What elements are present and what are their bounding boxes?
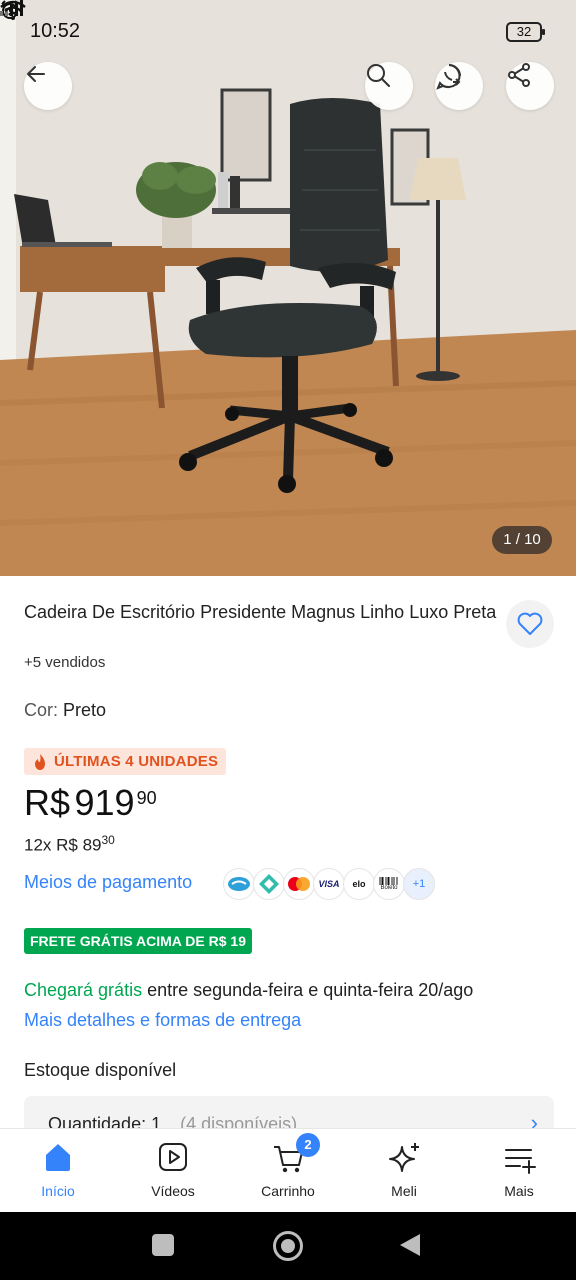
nav-meli[interactable]: Meli	[354, 1129, 454, 1213]
nav-videos[interactable]: Vídeos	[123, 1129, 223, 1213]
nav-inicio[interactable]: Início	[8, 1129, 108, 1213]
favorite-button[interactable]	[506, 600, 554, 648]
cart-badge: 2	[296, 1133, 320, 1157]
nav-label-videos: Vídeos	[151, 1183, 195, 1199]
urgency-badge: ÚLTIMAS 4 UNIDADES	[24, 748, 227, 775]
visa-icon: VISA	[313, 868, 345, 900]
bottom-navigation: Início Vídeos 2 Carrinho Meli Mais	[0, 1128, 576, 1212]
flame-icon	[35, 753, 45, 770]
delivery-details-link[interactable]: Mais detalhes e formas de entrega	[24, 1010, 301, 1031]
price: R$ 919 90	[24, 782, 157, 824]
free-shipping-badge: FRETE GRÁTIS ACIMA DE R$ 19	[24, 928, 252, 954]
search-icon	[367, 64, 390, 87]
delivery-dates: entre segunda-feira e quinta-feira 20/ag…	[147, 980, 474, 1000]
search-button[interactable]	[365, 62, 413, 110]
nav-label-inicio: Início	[41, 1183, 75, 1199]
payment-methods-link[interactable]: Meios de pagamento	[24, 872, 192, 893]
price-cents: 90	[136, 788, 157, 808]
image-counter: 1 / 10	[492, 526, 552, 554]
boleto-icon: Boleto	[373, 868, 405, 900]
installments: 12x R$ 8930	[24, 833, 115, 856]
product-title: Cadeira De Escritório Presidente Magnus …	[24, 602, 497, 622]
elo-text: elo	[352, 879, 366, 889]
mastercard-icon	[283, 868, 315, 900]
delivery-estimate: Chegará grátis entre segunda-feira e qui…	[24, 980, 473, 1001]
color-selector[interactable]: Cor: Preto	[24, 700, 106, 721]
status-time: 10:52	[30, 20, 81, 42]
share-icon	[508, 63, 530, 87]
urgency-text: ÚLTIMAS 4 UNIDADES	[54, 753, 219, 770]
whatsapp-share-button[interactable]	[435, 62, 483, 110]
home-icon	[46, 1144, 70, 1171]
whatsapp-icon	[436, 64, 461, 90]
color-value: Preto	[63, 700, 107, 720]
visa-text: VISA	[318, 879, 340, 889]
system-home-button[interactable]	[273, 1231, 303, 1261]
boleto-text: Boleto	[380, 885, 398, 891]
payment-icons[interactable]: VISA elo Boleto +1	[223, 868, 435, 900]
stock-label: Estoque disponível	[24, 1060, 177, 1080]
price-integer: 919	[74, 782, 135, 823]
wifi-icon	[0, 0, 26, 20]
battery-indicator: 32	[506, 22, 545, 42]
nav-label-carrinho: Carrinho	[261, 1183, 315, 1199]
recent-apps-button[interactable]	[152, 1234, 174, 1256]
arrow-left-icon	[27, 66, 45, 82]
sold-count: +5 vendidos	[24, 654, 106, 671]
delivery-highlight: Chegará grátis	[24, 980, 143, 1000]
sparkle-icon	[389, 1143, 419, 1172]
price-currency: R$	[24, 782, 71, 823]
share-button[interactable]	[506, 62, 554, 110]
installments-cents: 30	[101, 833, 115, 847]
more-payment-methods[interactable]: +1	[403, 868, 435, 900]
elo-icon: elo	[343, 868, 375, 900]
menu-icon	[505, 1149, 536, 1174]
nav-carrinho[interactable]: 2 Carrinho	[238, 1129, 338, 1213]
status-bar: 10:52 32	[0, 0, 576, 64]
back-button[interactable]	[24, 62, 72, 110]
installments-prefix: 12x R$ 89	[24, 835, 102, 855]
color-label: Cor:	[24, 700, 59, 720]
nav-mais[interactable]: Mais	[469, 1129, 569, 1213]
system-navigation-bar	[0, 1212, 576, 1280]
mercado-pago-icon	[223, 868, 255, 900]
product-image[interactable]: 10:52 32 1 / 10	[0, 0, 576, 576]
heart-icon	[517, 612, 543, 635]
nav-label-mais: Mais	[504, 1183, 534, 1199]
system-back-button[interactable]	[400, 1234, 420, 1256]
office-chair-photo	[0, 0, 576, 576]
nav-label-meli: Meli	[391, 1183, 417, 1199]
pix-icon	[253, 868, 285, 900]
video-icon	[159, 1143, 187, 1171]
